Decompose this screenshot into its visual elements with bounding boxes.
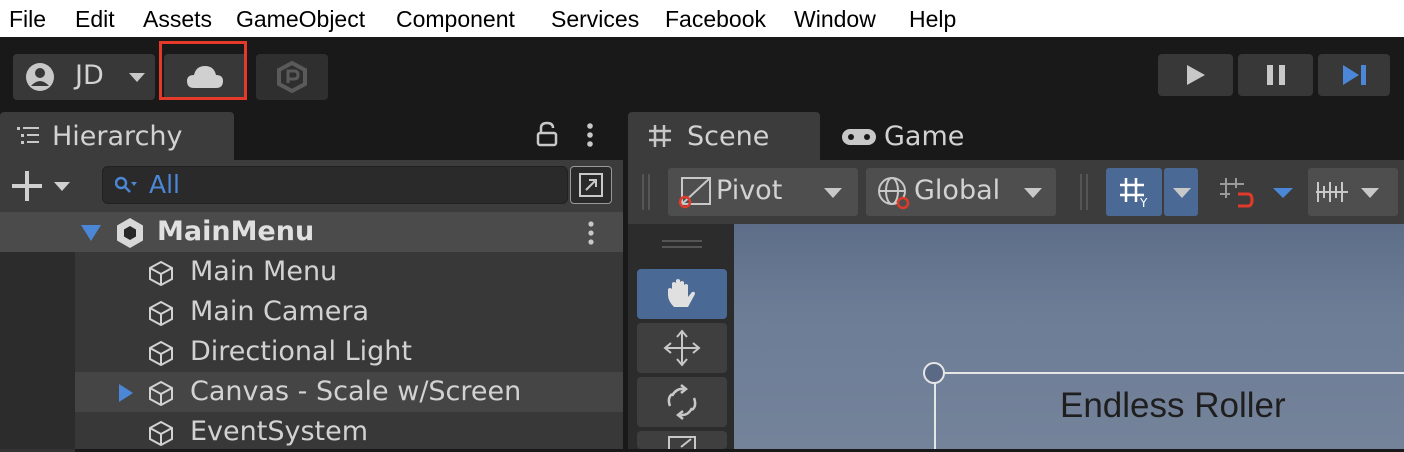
grid-snap-dropdown[interactable]: [1164, 168, 1198, 216]
chevron-down-icon: [129, 73, 145, 82]
scene-more-icon[interactable]: [586, 220, 596, 246]
hand-tool-button[interactable]: [637, 269, 727, 319]
chevron-down-icon: [1024, 188, 1042, 198]
scene-name-label: MainMenu: [157, 216, 315, 247]
gameobject-cube-icon: [149, 380, 173, 406]
globe-icon: [878, 177, 910, 210]
step-button[interactable]: [1318, 54, 1390, 96]
menu-help[interactable]: Help: [909, 6, 956, 33]
menu-component[interactable]: Component: [396, 6, 515, 33]
step-icon: [1343, 65, 1366, 85]
row-label: Directional Light: [190, 336, 412, 367]
grid-snapping-icon: Y: [1120, 178, 1148, 208]
scene-viewport[interactable]: Endless Roller: [734, 224, 1404, 449]
search-icon: [115, 176, 137, 193]
pivot-icon: [678, 177, 711, 209]
open-external-icon: [579, 173, 603, 197]
snap-settings-dropdown[interactable]: [1308, 168, 1398, 216]
collapsed-arrow-icon[interactable]: [118, 383, 134, 403]
tree-row-mainmenu-scene[interactable]: MainMenu: [0, 212, 623, 252]
menu-bar: File Edit Assets GameObject Component Se…: [0, 0, 1404, 37]
pivot-dropdown[interactable]: Pivot: [668, 168, 858, 216]
svg-text:Y: Y: [1139, 196, 1148, 208]
gameobject-cube-icon: [149, 420, 173, 446]
menu-edit[interactable]: Edit: [75, 6, 115, 33]
play-icon: [1187, 65, 1205, 85]
increment-snap-button[interactable]: [1208, 168, 1264, 216]
tree-row[interactable]: Main Camera: [0, 292, 623, 332]
canvas-outline: [934, 372, 1404, 374]
gameobject-cube-icon: [149, 340, 173, 366]
toolbar-grip: [1080, 174, 1088, 210]
highlight-box: [159, 41, 247, 100]
hierarchy-search-input[interactable]: All: [102, 166, 568, 204]
move-arrows-icon: [663, 329, 701, 367]
more-options-icon[interactable]: [585, 122, 595, 148]
menu-window[interactable]: Window: [794, 6, 876, 33]
lock-icon[interactable]: [536, 121, 558, 147]
account-label: JD: [75, 60, 104, 91]
expand-arrow-icon[interactable]: [80, 224, 102, 242]
rect-handle-icon[interactable]: [921, 360, 947, 386]
plastic-scm-icon: [277, 61, 307, 93]
menu-services[interactable]: Services: [551, 6, 639, 33]
scale-tool-button[interactable]: [637, 431, 727, 449]
pause-icon: [1267, 65, 1285, 85]
toolbar-grip: [642, 174, 650, 210]
menu-file[interactable]: File: [9, 6, 46, 33]
chevron-down-icon: [1173, 188, 1191, 198]
canvas-title-text: Endless Roller: [1060, 386, 1286, 425]
tab-game[interactable]: Game: [836, 112, 986, 160]
gameobject-cube-icon: [149, 300, 173, 326]
list-icon: [17, 127, 39, 144]
collab-button[interactable]: [256, 54, 328, 100]
tree-row[interactable]: Directional Light: [0, 332, 623, 372]
grid-hash-icon: [649, 125, 671, 147]
main-toolbar: JD: [0, 37, 1404, 112]
tree-indent-gutter: [0, 252, 75, 449]
menu-gameobject[interactable]: GameObject: [236, 6, 365, 33]
tab-scene[interactable]: Scene: [628, 112, 820, 160]
search-scene-button[interactable]: [570, 166, 612, 204]
grid-snap-button[interactable]: Y: [1106, 168, 1162, 216]
global-dropdown[interactable]: Global: [866, 168, 1056, 216]
scene-tab-label: Scene: [687, 121, 770, 152]
move-tool-button[interactable]: [637, 323, 727, 373]
account-button[interactable]: JD: [13, 54, 155, 100]
row-label: Main Camera: [190, 296, 369, 327]
tree-row[interactable]: EventSystem: [0, 412, 623, 449]
user-icon: [26, 63, 54, 91]
menu-facebook[interactable]: Facebook: [665, 6, 766, 33]
rotate-icon: [667, 384, 697, 420]
menu-assets[interactable]: Assets: [143, 6, 212, 33]
unity-scene-icon: [117, 218, 143, 248]
search-placeholder: All: [149, 170, 180, 199]
play-button[interactable]: [1158, 54, 1233, 96]
tree-row[interactable]: Canvas - Scale w/Screen: [0, 372, 623, 412]
row-label: Canvas - Scale w/Screen: [190, 376, 522, 407]
game-tab-label: Game: [884, 121, 965, 152]
rotate-tool-button[interactable]: [637, 377, 727, 427]
tab-hierarchy[interactable]: Hierarchy: [0, 112, 234, 160]
chevron-down-icon: [824, 188, 842, 198]
hierarchy-tab-label: Hierarchy: [52, 121, 183, 152]
chevron-down-icon: [1361, 188, 1379, 198]
add-icon[interactable]: [10, 171, 74, 201]
row-label: Main Menu: [190, 256, 338, 287]
ruler-icon: [1316, 182, 1348, 202]
chevron-down-icon[interactable]: [1272, 187, 1294, 199]
pause-button[interactable]: [1238, 54, 1313, 96]
snap-magnet-icon: [1220, 178, 1254, 208]
row-label: EventSystem: [190, 416, 369, 447]
hand-icon: [668, 279, 695, 307]
scale-icon: [668, 436, 696, 449]
tree-row[interactable]: Main Menu: [0, 252, 623, 452]
gamepad-icon: [842, 129, 876, 145]
pivot-label: Pivot: [716, 175, 783, 206]
gameobject-cube-icon: [149, 260, 173, 286]
global-label: Global: [914, 175, 1001, 206]
tools-grip: [662, 240, 702, 248]
